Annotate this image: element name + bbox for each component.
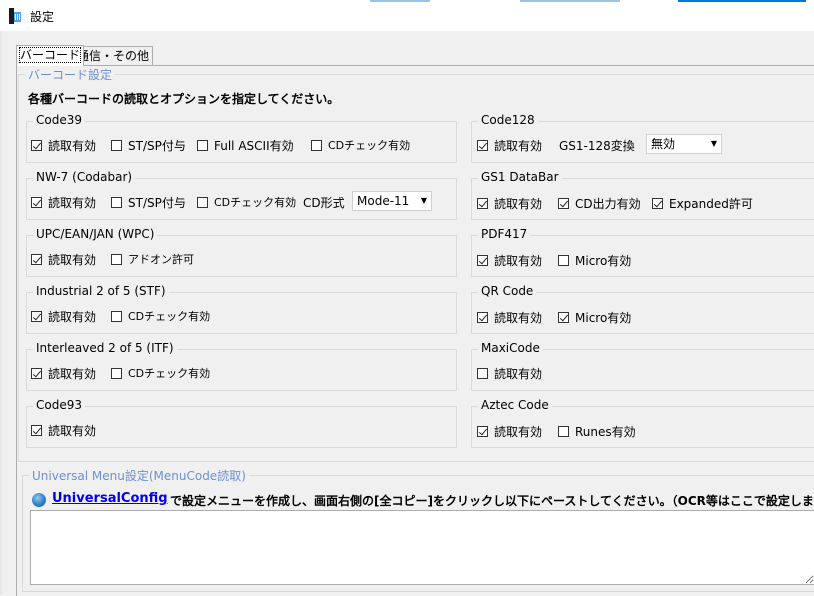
- gs1databar-read-checkbox[interactable]: 読取有効: [477, 195, 542, 212]
- cd-format-select[interactable]: Mode-11 ▼: [352, 191, 432, 211]
- group-label: Code128: [478, 113, 538, 127]
- gs1databar-cd-output-checkbox[interactable]: CD出力有効: [558, 195, 641, 212]
- aztec-runes-checkbox[interactable]: Runes有効: [558, 423, 636, 440]
- dropdown-arrow-icon: ▼: [420, 196, 427, 205]
- menucode-textarea[interactable]: [30, 510, 814, 585]
- group-label: Interleaved 2 of 5 (ITF): [33, 341, 177, 355]
- universal-config-link[interactable]: UniversalConfig: [52, 491, 168, 506]
- int2of5-read-checkbox[interactable]: 読取有効: [31, 365, 96, 382]
- maxicode-read-checkbox[interactable]: 読取有効: [477, 365, 542, 382]
- checkbox-box[interactable]: [558, 255, 569, 266]
- gs1-128-label: GS1-128変換: [559, 139, 635, 153]
- checkbox-box[interactable]: [652, 198, 663, 209]
- cd-format-value: Mode-11: [357, 194, 410, 208]
- int2of5-cd-check-checkbox[interactable]: CDチェック有効: [111, 365, 210, 381]
- checkbox-box[interactable]: [31, 197, 42, 208]
- nw7-cd-check-checkbox[interactable]: CDチェック有効: [197, 194, 296, 210]
- dropdown-arrow-icon: ▼: [710, 139, 717, 148]
- cd-format-label: CD形式: [303, 196, 345, 210]
- app-icon: [9, 8, 21, 24]
- checkbox-box[interactable]: [31, 311, 42, 322]
- checkbox-box[interactable]: [477, 140, 488, 151]
- group-label: Universal Menu設定(MenuCode読取): [29, 467, 249, 484]
- aztec-read-checkbox[interactable]: 読取有効: [477, 423, 542, 440]
- checkbox-box[interactable]: [558, 198, 569, 209]
- upc-read-checkbox[interactable]: 読取有効: [31, 251, 96, 268]
- globe-icon: [32, 493, 46, 507]
- tab-barcode[interactable]: バーコード: [16, 45, 85, 66]
- ind2of5-read-checkbox[interactable]: 読取有効: [31, 308, 96, 325]
- checkbox-box[interactable]: [31, 254, 42, 265]
- code93-read-checkbox[interactable]: 読取有効: [31, 422, 96, 439]
- code39-read-checkbox[interactable]: 読取有効: [31, 137, 96, 154]
- checkbox-box[interactable]: [111, 140, 122, 151]
- upc-addon-checkbox[interactable]: アドオン許可: [111, 251, 194, 267]
- group-label: Aztec Code: [478, 398, 552, 412]
- checkbox-box[interactable]: [477, 255, 488, 266]
- checkbox-box[interactable]: [111, 197, 122, 208]
- checkbox-box[interactable]: [477, 426, 488, 437]
- nw7-stsp-checkbox[interactable]: ST/SP付与: [111, 194, 186, 211]
- title-accent: [520, 0, 620, 2]
- checkbox-box[interactable]: [558, 312, 569, 323]
- checkbox-box[interactable]: [111, 367, 122, 379]
- group-label: UPC/EAN/JAN (WPC): [33, 227, 158, 241]
- group-label: MaxiCode: [478, 341, 543, 355]
- group-label: QR Code: [478, 284, 537, 298]
- checkbox-box[interactable]: [197, 196, 208, 208]
- checkbox-box[interactable]: [477, 198, 488, 209]
- checkbox-box[interactable]: [477, 312, 488, 323]
- tab-label: バーコード: [18, 47, 82, 63]
- pdf417-read-checkbox[interactable]: 読取有効: [477, 252, 542, 269]
- checkbox-box[interactable]: [31, 368, 42, 379]
- tab-communication-other[interactable]: 通信・その他: [73, 46, 154, 66]
- group-label: PDF417: [478, 227, 531, 241]
- group-label: NW-7 (Codabar): [33, 170, 136, 184]
- checkbox-box[interactable]: [111, 253, 122, 265]
- title-accent: [678, 0, 806, 2]
- group-label: GS1 DataBar: [478, 170, 562, 184]
- ind2of5-cd-check-checkbox[interactable]: CDチェック有効: [111, 308, 210, 324]
- group-label: Code93: [33, 398, 85, 412]
- title-accent: [370, 0, 430, 2]
- checkbox-box[interactable]: [558, 426, 569, 437]
- code39-cd-check-checkbox[interactable]: CDチェック有効: [311, 137, 410, 153]
- barcode-instruction: 各種バーコードの読取とオプションを指定してください。: [28, 92, 340, 106]
- checkbox-box[interactable]: [311, 139, 322, 151]
- group-label: バーコード設定: [25, 66, 116, 83]
- checkbox-box[interactable]: [197, 140, 208, 151]
- group-label: Code39: [33, 113, 85, 127]
- gs1-128-value: 無効: [651, 137, 676, 151]
- checkbox-box[interactable]: [31, 425, 42, 436]
- checkbox-box[interactable]: [477, 368, 488, 379]
- nw7-read-checkbox[interactable]: 読取有効: [31, 194, 96, 211]
- window-border: [0, 31, 2, 595]
- gs1-128-select[interactable]: 無効 ▼: [646, 134, 722, 154]
- pdf417-micro-checkbox[interactable]: Micro有効: [558, 252, 631, 269]
- checkbox-box[interactable]: [31, 140, 42, 151]
- qr-micro-checkbox[interactable]: Micro有効: [558, 309, 631, 326]
- title-bar: [0, 0, 814, 31]
- code128-read-checkbox[interactable]: 読取有効: [477, 137, 542, 154]
- window-title: 設定: [30, 10, 55, 24]
- qr-read-checkbox[interactable]: 読取有効: [477, 309, 542, 326]
- checkbox-box[interactable]: [111, 310, 122, 322]
- group-label: Industrial 2 of 5 (STF): [33, 284, 169, 298]
- code39-full-ascii-checkbox[interactable]: Full ASCII有効: [197, 137, 294, 154]
- gs1databar-expanded-checkbox[interactable]: Expanded許可: [652, 195, 753, 212]
- code39-stsp-checkbox[interactable]: ST/SP付与: [111, 137, 186, 154]
